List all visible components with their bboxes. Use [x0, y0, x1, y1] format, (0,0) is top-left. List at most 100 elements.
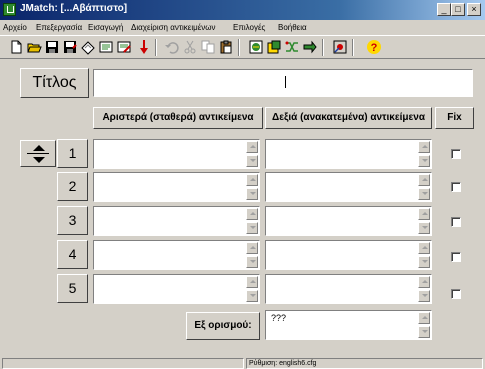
scrollbar[interactable] — [418, 141, 430, 167]
scrollbar[interactable] — [418, 208, 430, 234]
title-bar[interactable]: JMatch: [...Αβάπτιστο] _ □ × — [0, 0, 485, 20]
scrollbar[interactable] — [246, 208, 258, 234]
export-icon[interactable] — [266, 39, 282, 55]
menu-manage-items[interactable]: Διαχείριση αντικειμένων — [131, 22, 216, 33]
toolbar-separator — [155, 39, 157, 56]
undo-icon[interactable] — [164, 39, 180, 55]
scroll-down-icon[interactable] — [418, 188, 430, 200]
left-item-2[interactable] — [93, 172, 260, 202]
scroll-down-icon[interactable] — [246, 155, 258, 167]
menu-edit[interactable]: Επεξεργασία — [36, 22, 82, 33]
maximize-button[interactable]: □ — [451, 3, 465, 16]
cut-icon[interactable] — [182, 39, 198, 55]
close-button[interactable]: × — [467, 3, 481, 16]
fix-checkbox-2[interactable] — [451, 182, 461, 192]
status-config: Ρύθμιση: english6.cfg — [246, 358, 483, 369]
window-title: JMatch: [...Αβάπτιστο] — [20, 3, 128, 14]
scroll-down-icon[interactable] — [418, 222, 430, 234]
row-number-3[interactable]: 3 — [57, 206, 88, 235]
title-label: Τίτλος — [20, 68, 89, 98]
move-down-icon[interactable] — [33, 157, 45, 163]
scroll-down-icon[interactable] — [418, 290, 430, 302]
help-icon-glyph: ? — [371, 42, 378, 54]
menu-file[interactable]: Αρχείο — [3, 22, 27, 33]
right-item-2[interactable] — [265, 172, 432, 202]
help-icon[interactable]: ? — [366, 39, 382, 55]
scrollbar[interactable] — [418, 174, 430, 200]
scroll-up-icon[interactable] — [246, 276, 258, 288]
menu-options[interactable]: Επιλογές — [233, 22, 265, 33]
scroll-down-icon[interactable] — [418, 155, 430, 167]
left-item-3[interactable] — [93, 206, 260, 236]
fix-checkbox-3[interactable] — [451, 217, 461, 227]
scroll-up-icon[interactable] — [246, 208, 258, 220]
scroll-down-icon[interactable] — [246, 256, 258, 268]
scroll-down-icon[interactable] — [246, 222, 258, 234]
title-input[interactable] — [93, 69, 473, 97]
right-item-4[interactable] — [265, 240, 432, 270]
scroll-up-icon[interactable] — [246, 174, 258, 186]
right-item-5[interactable] — [265, 274, 432, 304]
scroll-up-icon[interactable] — [418, 141, 430, 153]
web-page-icon[interactable] — [248, 39, 264, 55]
default-value-text: ??? — [271, 313, 287, 323]
fix-header: Fix — [435, 107, 474, 129]
paste-icon[interactable] — [218, 39, 234, 55]
move-row-buttons — [20, 140, 56, 167]
down-arrow-icon[interactable] — [136, 39, 152, 55]
scroll-down-icon[interactable] — [418, 256, 430, 268]
save-as-icon[interactable] — [62, 39, 78, 55]
scroll-up-icon[interactable] — [418, 208, 430, 220]
scroll-down-icon[interactable] — [418, 326, 430, 338]
text-caret — [285, 76, 286, 88]
scrollbar[interactable] — [418, 312, 430, 338]
config-edit-icon[interactable] — [116, 39, 132, 55]
left-item-5[interactable] — [93, 274, 260, 304]
scroll-up-icon[interactable] — [246, 141, 258, 153]
fix-checkbox-4[interactable] — [451, 252, 461, 262]
row-number-5[interactable]: 5 — [57, 274, 88, 303]
settings-icon[interactable] — [332, 39, 348, 55]
status-panel — [2, 358, 244, 369]
scroll-up-icon[interactable] — [418, 242, 430, 254]
shuffle-icon[interactable] — [284, 39, 300, 55]
menu-insert[interactable]: Εισαγωγή — [88, 22, 123, 33]
minimize-button[interactable]: _ — [437, 3, 451, 16]
scrollbar[interactable] — [246, 141, 258, 167]
row-number-4[interactable]: 4 — [57, 240, 88, 269]
scroll-up-icon[interactable] — [418, 312, 430, 324]
fix-checkbox-1[interactable] — [451, 149, 461, 159]
right-item-3[interactable] — [265, 206, 432, 236]
scrollbar[interactable] — [418, 276, 430, 302]
move-icon[interactable] — [302, 39, 318, 55]
fix-checkbox-5[interactable] — [451, 289, 461, 299]
row-number-1[interactable]: 1 — [57, 139, 88, 168]
toolbar-separator — [322, 39, 324, 56]
move-up-icon[interactable] — [33, 145, 45, 151]
scrollbar[interactable] — [246, 276, 258, 302]
scroll-down-icon[interactable] — [246, 290, 258, 302]
menu-help[interactable]: Βοήθεια — [278, 22, 307, 33]
arrow-divider — [27, 153, 49, 154]
scroll-down-icon[interactable] — [246, 188, 258, 200]
default-value-field[interactable]: ??? — [265, 310, 432, 340]
open-folder-icon[interactable] — [26, 39, 42, 55]
jmatch-app-icon[interactable] — [3, 3, 16, 16]
new-file-icon[interactable] — [8, 39, 24, 55]
scroll-up-icon[interactable] — [418, 174, 430, 186]
left-items-header: Αριστερά (σταθερά) αντικείμενα — [93, 107, 263, 129]
toolbar-separator — [352, 39, 354, 56]
scrollbar[interactable] — [418, 242, 430, 268]
save-icon[interactable] — [44, 39, 60, 55]
right-item-1[interactable] — [265, 139, 432, 169]
copy-icon[interactable] — [200, 39, 216, 55]
scroll-up-icon[interactable] — [418, 276, 430, 288]
scrollbar[interactable] — [246, 174, 258, 200]
clear-icon[interactable] — [80, 39, 96, 55]
scrollbar[interactable] — [246, 242, 258, 268]
left-item-1[interactable] — [93, 139, 260, 169]
config-icon[interactable] — [98, 39, 114, 55]
row-number-2[interactable]: 2 — [57, 172, 88, 201]
scroll-up-icon[interactable] — [246, 242, 258, 254]
left-item-4[interactable] — [93, 240, 260, 270]
